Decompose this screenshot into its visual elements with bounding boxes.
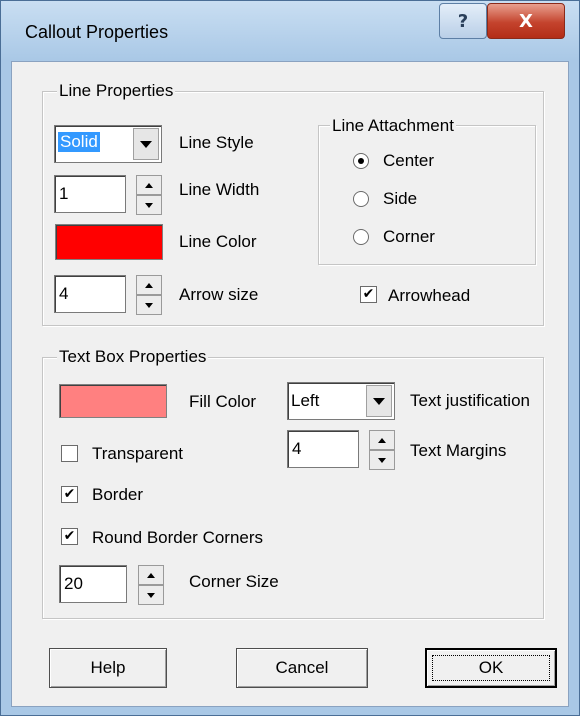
- text-box-properties-legend: Text Box Properties: [57, 347, 209, 367]
- cancel-button[interactable]: Cancel: [236, 648, 368, 688]
- attachment-corner-radio[interactable]: [353, 229, 369, 245]
- text-margins-spinner[interactable]: [369, 430, 395, 470]
- text-margins-decrement[interactable]: [369, 450, 395, 470]
- attachment-side-label[interactable]: Side: [383, 189, 417, 209]
- arrowhead-checkbox[interactable]: ✔: [360, 286, 377, 303]
- corner-size-label: Corner Size: [189, 572, 279, 591]
- text-justification-select[interactable]: Left: [287, 382, 395, 420]
- help-glyph: ?: [457, 10, 469, 32]
- help-icon[interactable]: ?: [439, 3, 487, 39]
- corner-size-decrement[interactable]: [138, 585, 164, 605]
- text-margins-value: 4: [292, 439, 302, 458]
- arrow-size-spinner[interactable]: [136, 275, 162, 315]
- cancel-button-label: Cancel: [275, 658, 329, 677]
- arrow-down-icon: [378, 457, 386, 463]
- arrow-size-label: Arrow size: [179, 285, 259, 304]
- line-style-dropdown-button[interactable]: [133, 128, 159, 160]
- dialog-title: Callout Properties: [25, 22, 169, 42]
- corner-size-spinner[interactable]: [138, 565, 164, 605]
- round-border-corners-label[interactable]: Round Border Corners: [92, 528, 263, 548]
- text-margins-input[interactable]: 4: [287, 430, 359, 468]
- close-icon[interactable]: X: [487, 3, 565, 39]
- fill-color-label: Fill Color: [189, 392, 257, 411]
- arrow-up-icon: [378, 437, 386, 443]
- close-glyph: X: [519, 10, 533, 32]
- line-width-spinner[interactable]: [136, 175, 162, 215]
- border-label[interactable]: Border: [92, 485, 143, 505]
- text-justification-label: Text justification: [410, 391, 530, 410]
- corner-size-value: 20: [64, 574, 83, 593]
- line-width-value: 1: [59, 184, 69, 203]
- corner-size-increment[interactable]: [138, 565, 164, 585]
- attachment-side-radio[interactable]: [353, 191, 369, 207]
- line-width-input[interactable]: 1: [54, 175, 126, 213]
- arrowhead-label[interactable]: Arrowhead: [388, 286, 470, 306]
- text-justification-dropdown-button[interactable]: [366, 385, 392, 417]
- arrow-up-icon: [145, 182, 153, 188]
- line-color-swatch[interactable]: [55, 224, 163, 260]
- help-button[interactable]: Help: [49, 648, 167, 688]
- arrow-down-icon: [147, 592, 155, 598]
- chevron-down-icon: [140, 140, 152, 148]
- line-properties-legend: Line Properties: [57, 81, 176, 101]
- line-width-decrement[interactable]: [136, 195, 162, 215]
- dialog-client-area: Line Properties Solid Line Style 1 Line …: [11, 61, 569, 707]
- arrow-up-icon: [147, 572, 155, 578]
- attachment-center-label[interactable]: Center: [383, 151, 434, 171]
- arrow-size-value: 4: [59, 284, 69, 303]
- line-style-label: Line Style: [179, 133, 254, 152]
- help-button-label: Help: [90, 658, 126, 677]
- arrow-size-increment[interactable]: [136, 275, 162, 295]
- transparent-label[interactable]: Transparent: [92, 444, 183, 464]
- line-style-select[interactable]: Solid: [54, 125, 162, 163]
- chevron-down-icon: [373, 397, 385, 405]
- arrow-size-decrement[interactable]: [136, 295, 162, 315]
- line-width-label: Line Width: [179, 180, 260, 199]
- attachment-corner-label[interactable]: Corner: [383, 227, 435, 247]
- ok-focus-rect: [432, 655, 550, 681]
- ok-button[interactable]: OK: [425, 648, 557, 688]
- text-justification-value: Left: [291, 391, 320, 410]
- line-attachment-legend: Line Attachment: [330, 116, 456, 136]
- corner-size-input[interactable]: 20: [59, 565, 127, 603]
- line-color-label: Line Color: [179, 232, 257, 251]
- line-width-increment[interactable]: [136, 175, 162, 195]
- border-checkbox[interactable]: ✔: [61, 486, 78, 503]
- round-border-corners-checkbox[interactable]: ✔: [61, 528, 78, 545]
- text-margins-increment[interactable]: [369, 430, 395, 450]
- title-bar[interactable]: Callout Properties ? X: [1, 1, 579, 61]
- arrow-down-icon: [145, 202, 153, 208]
- attachment-center-radio[interactable]: [353, 153, 369, 169]
- arrow-up-icon: [145, 282, 153, 288]
- fill-color-swatch[interactable]: [59, 384, 167, 418]
- line-style-value: Solid: [58, 132, 100, 152]
- transparent-checkbox[interactable]: [61, 445, 78, 462]
- text-margins-label: Text Margins: [410, 441, 507, 460]
- arrow-down-icon: [145, 302, 153, 308]
- arrow-size-input[interactable]: 4: [54, 275, 126, 313]
- dialog-window: Callout Properties ? X Line Properties S…: [0, 0, 580, 716]
